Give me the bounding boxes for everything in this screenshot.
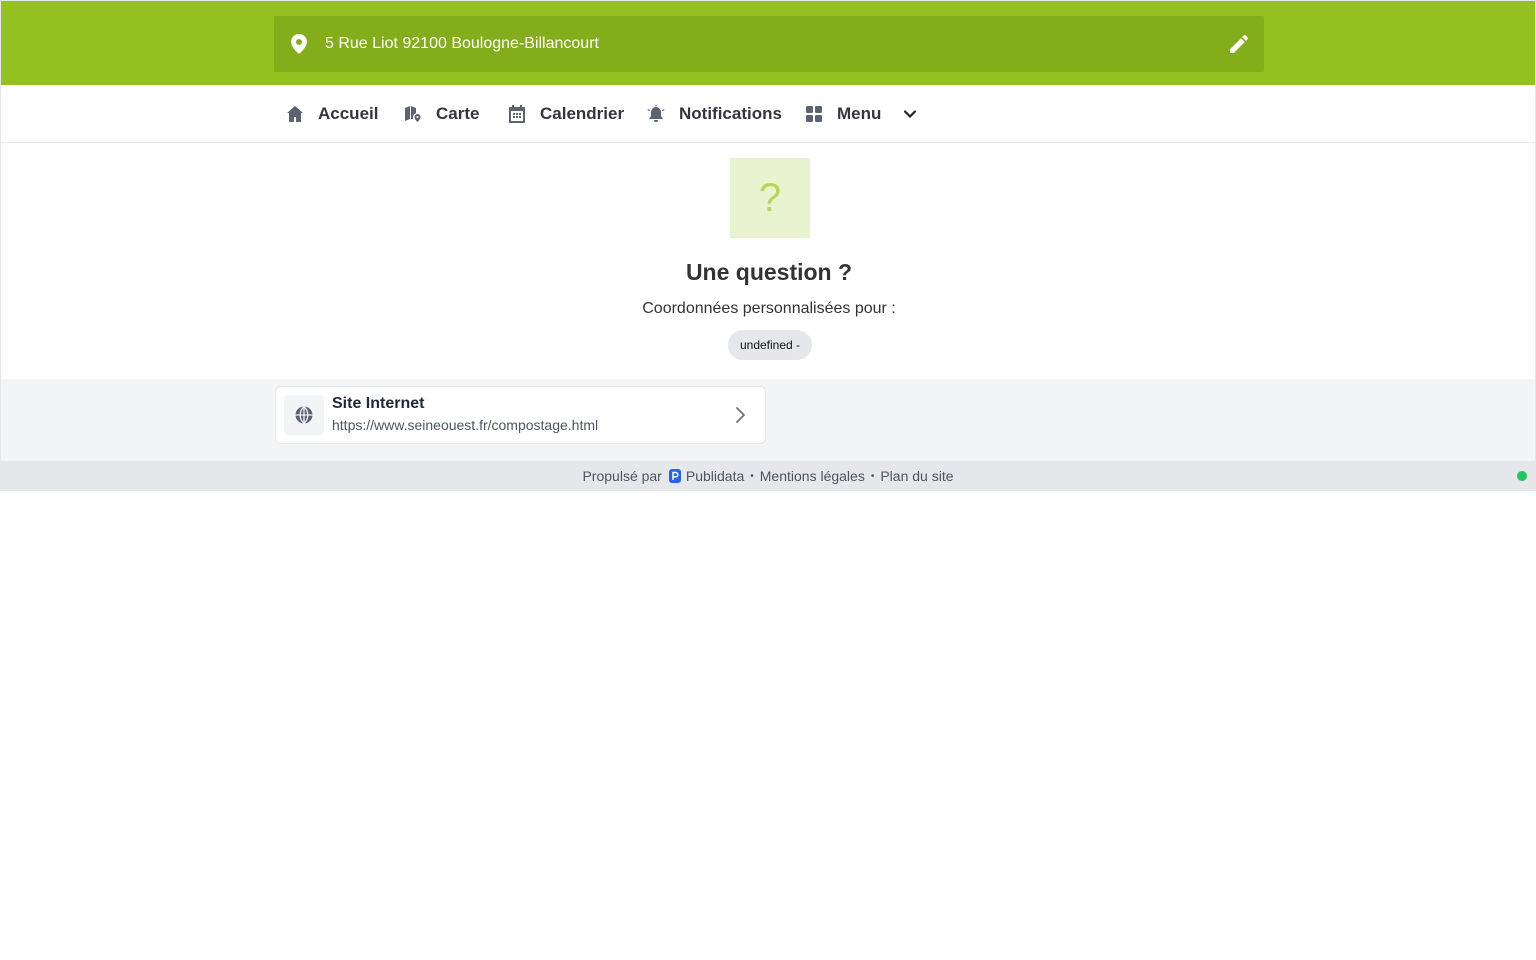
nav-label-carte: Carte (436, 103, 480, 123)
globe-icon-box (284, 395, 324, 435)
map-marker-icon (405, 105, 421, 122)
nav-item-accueil[interactable]: Accueil (286, 85, 378, 142)
footer-separator: • (870, 470, 875, 482)
address-selector[interactable]: 5 Rue Liot 92100 Boulogne-Billancourt (274, 16, 1264, 72)
page: 5 Rue Liot 92100 Boulogne-Billancourt Ac… (0, 0, 1536, 960)
chevron-right-icon (736, 407, 745, 423)
home-icon (287, 105, 303, 122)
nav-label-menu: Menu (837, 103, 882, 123)
address-text: 5 Rue Liot 92100 Boulogne-Billancourt (325, 35, 599, 52)
question-icon-tile: ? (730, 158, 810, 238)
nav-label-notifications: Notifications (679, 103, 782, 123)
grid-icon (806, 105, 822, 122)
contact-section: ? Une question ? Coordonnées personnalis… (0, 143, 1536, 379)
status-indicator (1517, 471, 1527, 481)
nav-item-calendrier[interactable]: Calendrier (508, 85, 624, 142)
location-badge: undefined - (728, 330, 812, 360)
main-nav: Accueil Carte Calendrier Notifications M… (0, 85, 1536, 143)
publidata-logo-icon (668, 469, 681, 483)
chevron-down-icon (904, 109, 917, 118)
footer: Propulsé par Publidata • Mentions légale… (0, 461, 1536, 491)
header-bar: 5 Rue Liot 92100 Boulogne-Billancourt (0, 0, 1536, 85)
footer-separator: • (750, 470, 754, 482)
question-mark-icon: ? (758, 175, 782, 220)
legal-notice-link[interactable]: Mentions légales (760, 468, 865, 484)
calendar-icon (509, 104, 525, 123)
link-url: https://www.seineouest.fr/compostage.htm… (332, 417, 599, 433)
pencil-icon[interactable] (1230, 35, 1248, 53)
powered-by-text: Propulsé par (582, 468, 662, 484)
publidata-link[interactable]: Publidata (686, 468, 744, 484)
globe-icon (295, 406, 313, 424)
website-link-card[interactable]: Site Internet https://www.seineouest.fr/… (275, 386, 766, 444)
nav-label-calendrier: Calendrier (540, 103, 625, 123)
nav-item-notifications[interactable]: Notifications (647, 85, 782, 142)
sitemap-link[interactable]: Plan du site (880, 468, 953, 484)
contact-links-section: Site Internet https://www.seineouest.fr/… (0, 379, 1536, 461)
nav-item-menu[interactable]: Menu (805, 85, 917, 142)
link-title: Site Internet (332, 395, 425, 412)
bell-alert-icon (647, 104, 665, 122)
page-subtitle: Coordonnées personnalisées pour : (642, 300, 896, 317)
nav-item-carte[interactable]: Carte (404, 85, 479, 142)
map-pin-icon (291, 34, 307, 54)
page-title: Une question ? (685, 259, 853, 285)
nav-label-accueil: Accueil (318, 103, 379, 123)
